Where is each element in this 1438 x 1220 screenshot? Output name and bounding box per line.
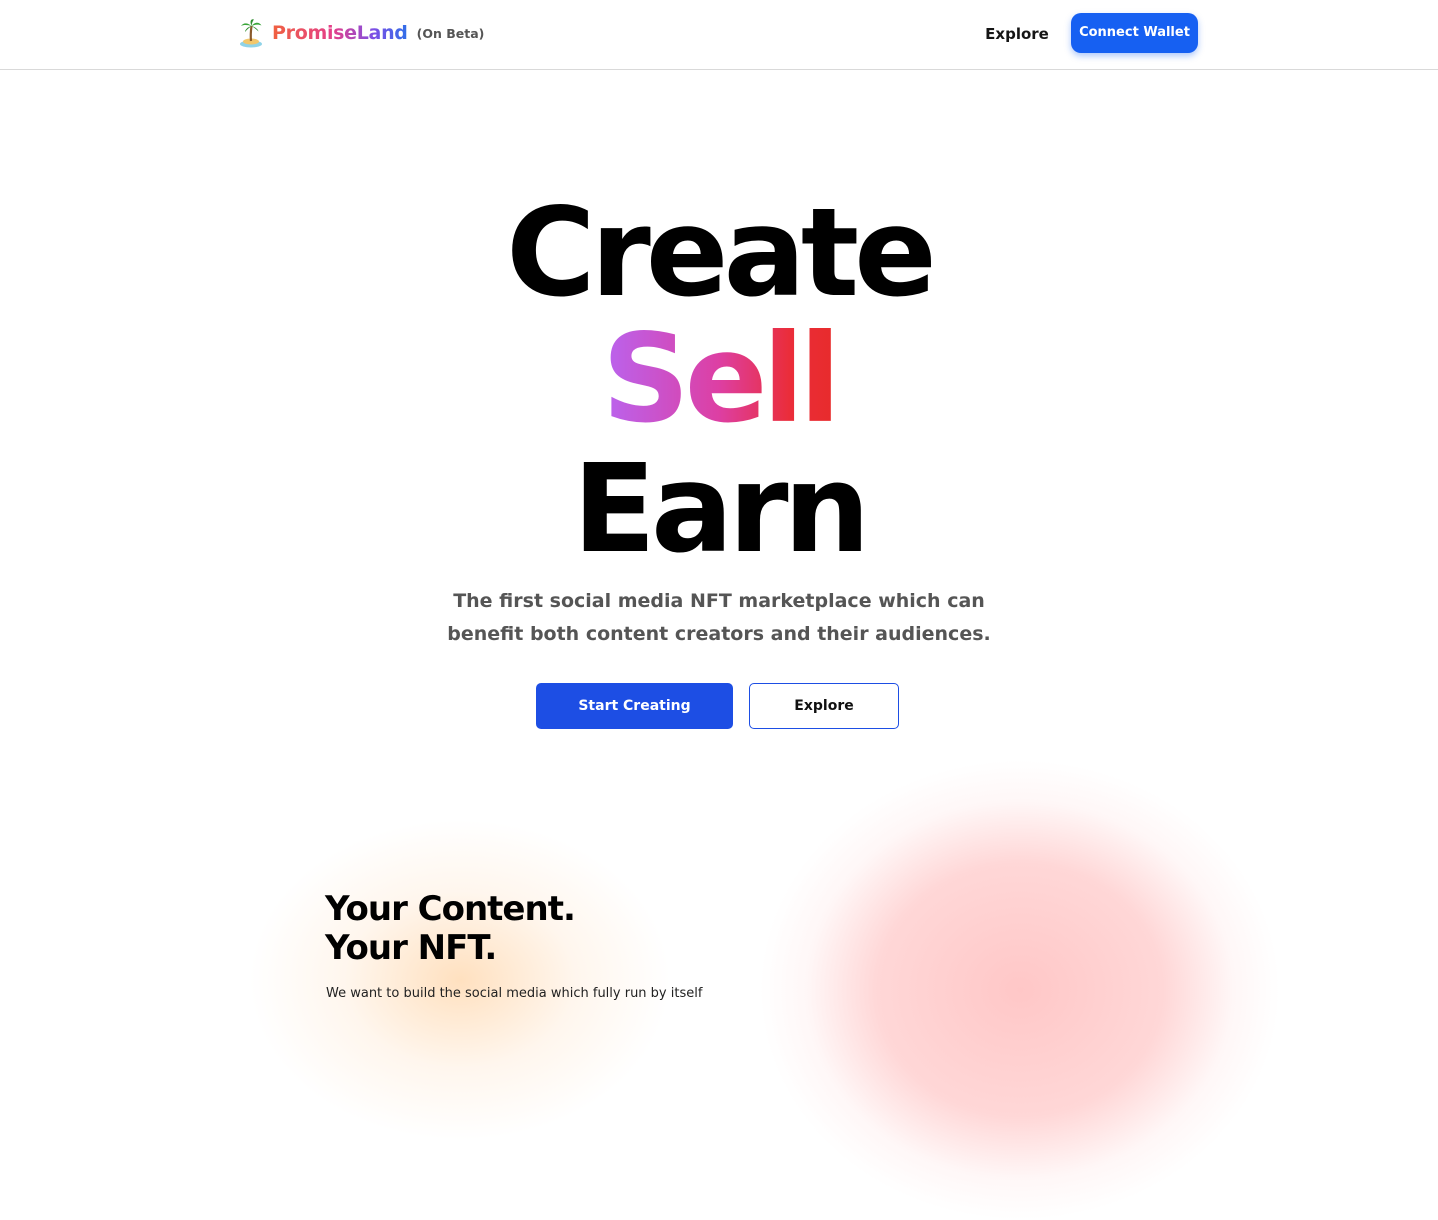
top-navbar: PromiseLand (On Beta) Explore Connect Wa… bbox=[0, 0, 1438, 70]
hero-subtitle-line-2: benefit both content creators and their … bbox=[447, 623, 991, 645]
hero-word-sell-wrapper: Sell bbox=[0, 314, 1438, 444]
hero-word-create: Create bbox=[506, 182, 937, 324]
hero-subtitle-line-1: The first social media NFT marketplace w… bbox=[453, 590, 985, 612]
start-creating-button[interactable]: Start Creating bbox=[536, 683, 733, 729]
decorative-peach-blob bbox=[250, 820, 670, 1140]
palm-island-icon bbox=[240, 19, 262, 48]
hero-word-sell: Sell bbox=[601, 308, 841, 450]
section-title: Your Content. Your NFT. bbox=[325, 889, 576, 968]
brand-name: PromiseLand bbox=[272, 22, 408, 44]
hero-explore-button[interactable]: Explore bbox=[749, 683, 899, 729]
section-title-line-2: Your NFT. bbox=[325, 928, 497, 968]
section-description: We want to build the social media which … bbox=[326, 986, 703, 1001]
beta-label: (On Beta) bbox=[416, 25, 485, 41]
decorative-pink-blob bbox=[760, 760, 1280, 1220]
nav-explore-link[interactable]: Explore bbox=[980, 22, 1054, 46]
connect-wallet-button[interactable]: Connect Wallet bbox=[1071, 13, 1198, 53]
section-title-line-1: Your Content. bbox=[325, 889, 576, 929]
hero-subtitle: The first social media NFT marketplace w… bbox=[419, 585, 1019, 651]
hero-word-earn: Earn bbox=[572, 438, 871, 580]
brand-logo-link[interactable]: PromiseLand (On Beta) bbox=[238, 17, 484, 49]
